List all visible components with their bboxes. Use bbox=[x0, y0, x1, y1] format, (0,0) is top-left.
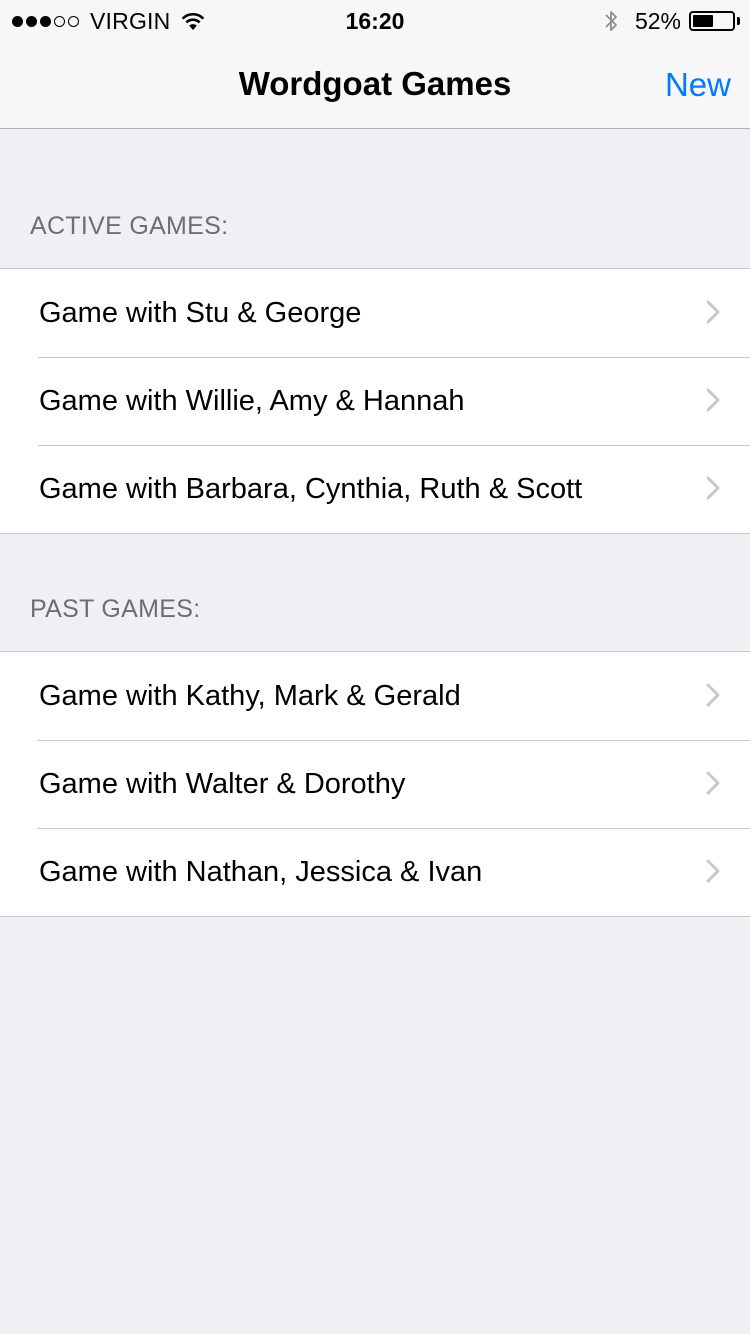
battery-fill bbox=[693, 15, 713, 27]
chevron-right-icon bbox=[706, 683, 720, 707]
list-item[interactable]: Game with Stu & George bbox=[0, 269, 750, 357]
past-games-list: Game with Kathy, Mark & Gerald Game with… bbox=[0, 651, 750, 917]
list-item[interactable]: Game with Barbara, Cynthia, Ruth & Scott bbox=[0, 445, 750, 533]
navigation-bar: Wordgoat Games New bbox=[0, 40, 750, 129]
list-item-label: Game with Stu & George bbox=[39, 297, 362, 329]
chevron-right-icon bbox=[706, 476, 720, 500]
section-header-active: ACTIVE GAMES: bbox=[30, 212, 229, 240]
chevron-right-icon bbox=[706, 388, 720, 412]
section-header-past: PAST GAMES: bbox=[30, 595, 201, 623]
chevron-right-icon bbox=[706, 300, 720, 324]
list-item[interactable]: Game with Walter & Dorothy bbox=[0, 740, 750, 828]
list-item-label: Game with Barbara, Cynthia, Ruth & Scott bbox=[39, 473, 583, 505]
list-item[interactable]: Game with Kathy, Mark & Gerald bbox=[0, 652, 750, 740]
bluetooth-icon bbox=[605, 11, 617, 31]
new-game-button[interactable]: New bbox=[665, 40, 731, 130]
list-item[interactable]: Game with Willie, Amy & Hannah bbox=[0, 357, 750, 445]
active-games-list: Game with Stu & George Game with Willie,… bbox=[0, 268, 750, 534]
list-item-label: Game with Walter & Dorothy bbox=[39, 768, 406, 800]
list-item-label: Game with Nathan, Jessica & Ivan bbox=[39, 856, 483, 888]
battery-icon bbox=[689, 11, 735, 31]
list-item-label: Game with Kathy, Mark & Gerald bbox=[39, 680, 461, 712]
list-item-label: Game with Willie, Amy & Hannah bbox=[39, 385, 465, 417]
status-bar-right: 52% bbox=[603, 8, 740, 34]
chevron-right-icon bbox=[706, 859, 720, 883]
battery-percent: 52% bbox=[634, 7, 681, 34]
list-item[interactable]: Game with Nathan, Jessica & Ivan bbox=[0, 828, 750, 916]
status-bar: VIRGIN 16:20 52% bbox=[0, 0, 750, 40]
page-title: Wordgoat Games bbox=[238, 65, 512, 102]
chevron-right-icon bbox=[706, 771, 720, 795]
battery-cap bbox=[737, 17, 740, 25]
